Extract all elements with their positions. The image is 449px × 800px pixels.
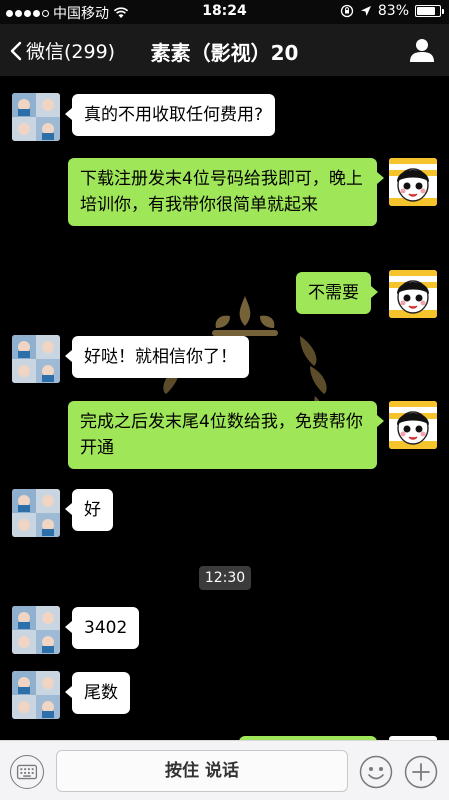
emoji-icon[interactable]: [359, 755, 393, 789]
message-text: 3402: [84, 618, 128, 638]
my-avatar[interactable]: [389, 401, 437, 449]
message-bubble-incoming[interactable]: 3402: [64, 607, 140, 649]
message-bubble-incoming[interactable]: 真的不用收取任何费用?: [64, 94, 276, 136]
message-text: 好: [84, 500, 101, 520]
message-bubble-incoming[interactable]: 尾数: [65, 672, 130, 714]
my-avatar-image: [389, 270, 437, 318]
contact-avatar-image: [12, 489, 60, 537]
plus-icon[interactable]: [404, 755, 438, 789]
battery-percent: 83%: [377, 3, 409, 19]
hold-to-talk-button[interactable]: 按住 说话: [56, 750, 348, 792]
orientation-lock-icon: [340, 4, 354, 18]
message-text: 真的不用收取任何费用?: [84, 105, 264, 125]
message-text: 尾数: [84, 683, 118, 703]
contact-avatar[interactable]: [12, 489, 60, 537]
message-text: 下载注册发末4位号码给我即可，晚上培训你，有我带你很简单就起来: [80, 169, 363, 215]
contact-avatar-image: [12, 606, 60, 654]
contact-avatar[interactable]: [12, 93, 60, 141]
message-bubble-outgoing[interactable]: 下载注册发末4位号码给我即可，晚上培训你，有我带你很简单就起来: [68, 158, 384, 226]
contact-avatar-image: [12, 335, 60, 383]
message-bubble-outgoing[interactable]: 不需要: [296, 272, 378, 314]
contact-avatar[interactable]: [12, 671, 60, 719]
chat-area[interactable]: 真的不用收取任何费用? 下载注册发末4位号码给我即可，晚上培训你，有我带你很简单…: [0, 76, 449, 740]
back-button[interactable]: 微信(299): [10, 37, 115, 64]
time-divider: 12:30: [199, 566, 251, 590]
location-arrow-icon: [360, 6, 371, 16]
keyboard-icon[interactable]: [10, 755, 44, 789]
my-avatar-image: [389, 158, 437, 206]
back-label: 微信(299): [26, 41, 116, 63]
battery-icon: [415, 5, 444, 17]
message-text: 好哒！就相信你了！: [84, 347, 237, 367]
contact-avatar[interactable]: [12, 606, 60, 654]
my-avatar[interactable]: [389, 270, 437, 318]
message-bubble-incoming[interactable]: 好哒！就相信你了！: [65, 336, 249, 378]
person-icon[interactable]: [409, 37, 435, 63]
contact-avatar-image: [12, 671, 60, 719]
message-text: 不需要: [308, 283, 359, 303]
chevron-left-icon: [10, 41, 22, 60]
message-bubble-outgoing[interactable]: 完成之后发末尾4位数给我，免费帮你开通: [68, 401, 384, 469]
status-bar: 中国移动 18:24 83%: [0, 0, 449, 24]
contact-avatar[interactable]: [12, 335, 60, 383]
contact-avatar-image: [12, 93, 60, 141]
message-text: 完成之后发末尾4位数给我，免费帮你开通: [80, 412, 363, 458]
message-bubble-incoming[interactable]: 好: [65, 489, 113, 531]
input-bar: 按住 说话: [0, 740, 449, 800]
status-right: 83%: [340, 3, 444, 19]
my-avatar[interactable]: [389, 158, 437, 206]
my-avatar-image: [389, 401, 437, 449]
nav-bar: 微信(299) 素素（影视）20: [0, 24, 449, 76]
battery-fill: [417, 7, 436, 15]
